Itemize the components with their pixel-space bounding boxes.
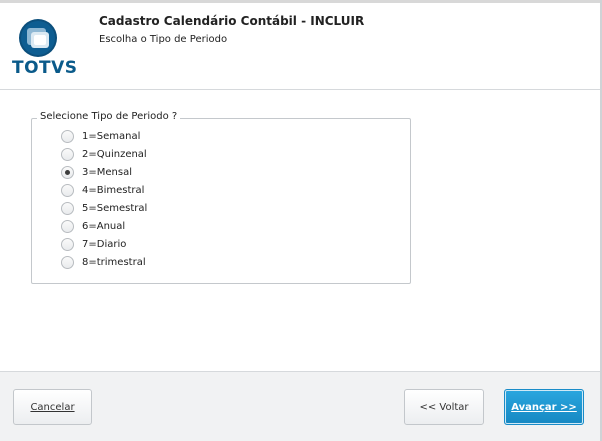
radio-option-diario[interactable]: 7=Diario <box>61 237 261 252</box>
page-title: Cadastro Calendário Contábil - INCLUIR <box>99 14 365 28</box>
radio-button-icon[interactable] <box>61 148 74 161</box>
radio-option-semanal[interactable]: 1=Semanal <box>61 129 261 144</box>
radio-label: 5=Semestral <box>82 203 148 214</box>
radio-label: 6=Anual <box>82 221 126 232</box>
radio-button-icon[interactable] <box>61 202 74 215</box>
radio-label: 7=Diario <box>82 239 127 250</box>
radio-button-icon[interactable] <box>61 256 74 269</box>
radio-label: 8=trimestral <box>82 257 146 268</box>
radio-button-icon[interactable] <box>61 238 74 251</box>
back-button-label: << Voltar <box>419 401 469 413</box>
wizard-window: TOTVS Cadastro Calendário Contábil - INC… <box>0 0 602 441</box>
radio-option-mensal[interactable]: 3=Mensal <box>61 165 261 180</box>
period-type-legend: Selecione Tipo de Periodo ? <box>37 111 181 122</box>
header-top-border <box>0 0 600 3</box>
logo-text: TOTVS <box>12 58 78 78</box>
totvs-logo: TOTVS <box>12 18 78 78</box>
radio-button-icon[interactable] <box>61 130 74 143</box>
radio-option-semestral[interactable]: 5=Semestral <box>61 201 261 216</box>
radio-label: 2=Quinzenal <box>82 149 147 160</box>
cancel-button[interactable]: Cancelar <box>13 389 92 425</box>
radio-button-selected-icon[interactable] <box>61 166 74 179</box>
next-button-label: Avançar >> <box>511 401 577 413</box>
radio-option-quinzenal[interactable]: 2=Quinzenal <box>61 147 261 162</box>
radio-label: 3=Mensal <box>82 167 132 178</box>
back-button[interactable]: << Voltar <box>404 389 484 425</box>
radio-option-bimestral[interactable]: 4=Bimestral <box>61 183 261 198</box>
wizard-header: TOTVS Cadastro Calendário Contábil - INC… <box>0 0 600 90</box>
radio-option-trimestral[interactable]: 8=trimestral <box>61 255 261 270</box>
cancel-button-label: Cancelar <box>30 401 75 413</box>
radio-label: 1=Semanal <box>82 131 141 142</box>
totvs-logo-icon <box>19 19 57 57</box>
next-button[interactable]: Avançar >> <box>504 389 584 425</box>
radio-button-icon[interactable] <box>61 184 74 197</box>
radio-label: 4=Bimestral <box>82 185 145 196</box>
radio-button-icon[interactable] <box>61 220 74 233</box>
radio-option-anual[interactable]: 6=Anual <box>61 219 261 234</box>
page-subtitle: Escolha o Tipo de Periodo <box>99 34 228 45</box>
